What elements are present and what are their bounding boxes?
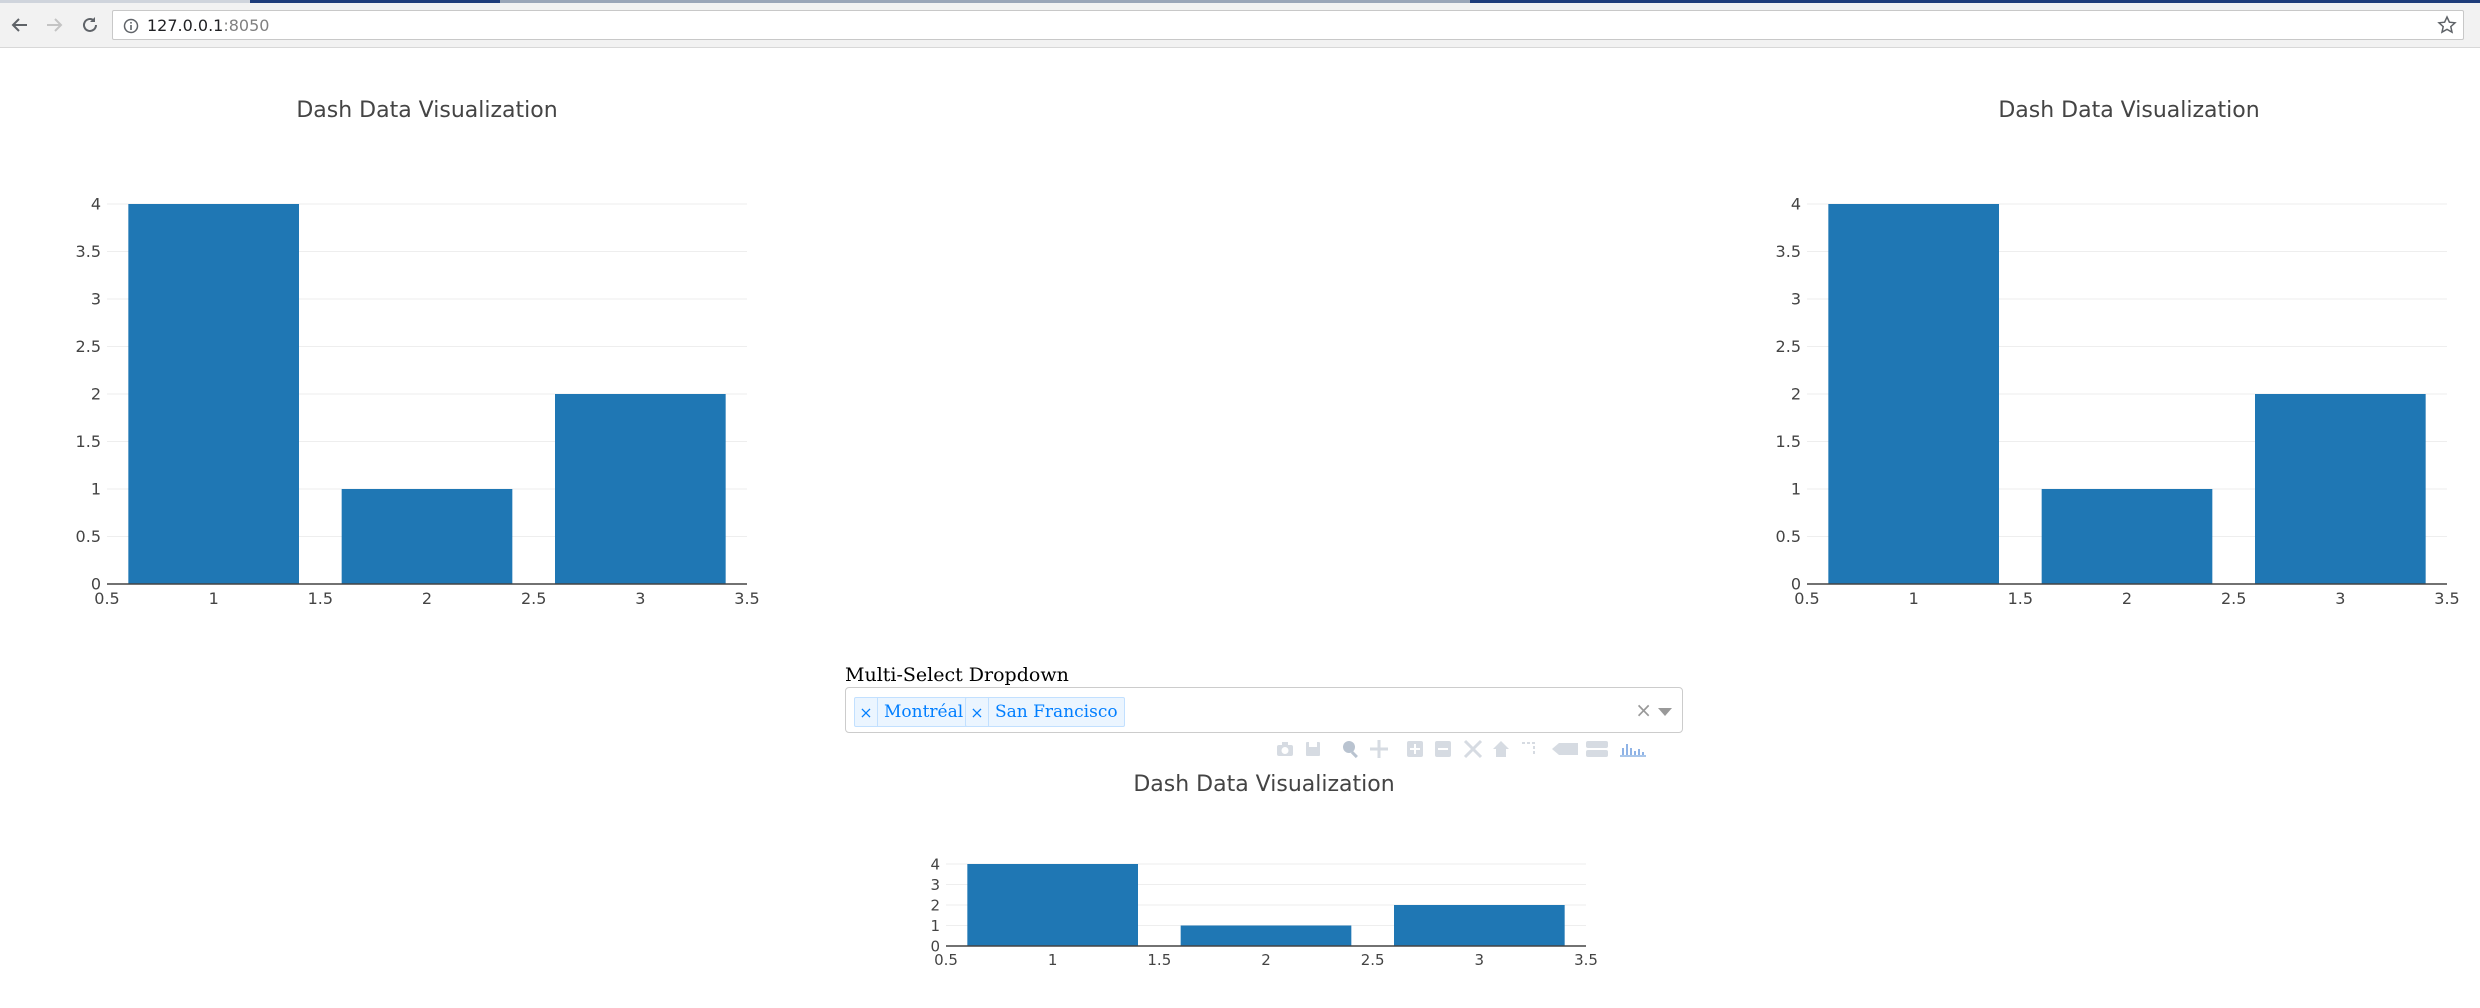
y-tick-label: 2.5 <box>76 337 101 356</box>
url-port: :8050 <box>223 16 270 35</box>
bar <box>1394 905 1565 946</box>
y-tick-label: 1.5 <box>76 432 101 451</box>
y-tick-label: 3 <box>91 290 101 309</box>
x-tick-label: 0.5 <box>94 589 119 608</box>
bar-chart[interactable]: 00.511.522.533.540.5 1 1.5 2 2.5 3 3.5 <box>60 180 780 610</box>
bar-chart[interactable]: 012340.5 1 1.5 2 2.5 3 3.5 <box>900 848 1620 976</box>
spike-lines-icon[interactable] <box>1518 738 1540 760</box>
x-tick-label: 2.5 <box>521 589 546 608</box>
chart-title: Dash Data Visualization <box>1998 98 2260 123</box>
selected-tag-san-francisco: × San Francisco <box>965 697 1125 727</box>
forward-button[interactable] <box>40 11 68 39</box>
y-tick-label: 1 <box>1791 480 1801 499</box>
y-tick-label: 2 <box>1791 385 1801 404</box>
bar <box>1180 925 1352 946</box>
x-tick-label: 3 <box>2335 589 2345 608</box>
dropdown-arrow-icon[interactable] <box>1658 708 1672 716</box>
x-tick-label: 1.5 <box>2008 589 2033 608</box>
x-tick-label: 2 <box>422 589 432 608</box>
plotly-logo-icon[interactable] <box>1618 738 1648 760</box>
selected-tag-montreal: × Montréal <box>854 697 971 727</box>
info-icon[interactable] <box>123 18 139 34</box>
bar <box>2255 394 2426 584</box>
y-tick-label: 3 <box>930 876 940 894</box>
save-icon[interactable] <box>1302 738 1324 760</box>
y-tick-label: 2.5 <box>1776 337 1801 356</box>
home-icon[interactable] <box>1490 738 1512 760</box>
x-tick-label: 2 <box>1261 951 1271 969</box>
back-arrow-icon <box>11 18 27 32</box>
bar <box>1828 204 1999 584</box>
browser-toolbar: 127.0.0.1:8050 <box>0 3 2480 48</box>
zoom-out-icon[interactable] <box>1432 738 1454 760</box>
y-tick-label: 2 <box>91 385 101 404</box>
y-tick-label: 4 <box>1791 195 1801 214</box>
bar <box>967 864 1138 946</box>
tag-label: San Francisco <box>995 702 1118 722</box>
hover-compare-icon[interactable] <box>1584 738 1610 760</box>
x-tick-label: 0.5 <box>1794 589 1819 608</box>
bar <box>341 489 513 584</box>
x-tick-label: 3.5 <box>1574 951 1598 969</box>
chart-title: Dash Data Visualization <box>296 98 558 123</box>
y-tick-label: 1 <box>91 480 101 499</box>
reload-icon <box>83 17 97 32</box>
x-tick-label: 1 <box>1048 951 1058 969</box>
address-bar[interactable]: 127.0.0.1:8050 <box>112 10 2464 40</box>
x-tick-label: 3.5 <box>734 589 759 608</box>
x-tick-label: 1 <box>209 589 219 608</box>
x-tick-label: 2.5 <box>2221 589 2246 608</box>
y-tick-label: 0.5 <box>76 527 101 546</box>
x-tick-label: 3 <box>1475 951 1485 969</box>
y-tick-label: 1.5 <box>1776 432 1801 451</box>
y-tick-label: 1 <box>930 917 940 935</box>
x-tick-label: 1 <box>1909 589 1919 608</box>
bar <box>2041 489 2213 584</box>
dropdown-label: Multi-Select Dropdown <box>845 664 1069 686</box>
x-tick-label: 0.5 <box>934 951 958 969</box>
bar <box>128 204 299 584</box>
zoom-in-icon[interactable] <box>1404 738 1426 760</box>
x-tick-label: 2 <box>2122 589 2132 608</box>
x-tick-label: 3.5 <box>2434 589 2459 608</box>
x-tick-label: 2.5 <box>1361 951 1385 969</box>
camera-icon[interactable] <box>1274 738 1296 760</box>
y-tick-label: 4 <box>930 855 940 873</box>
url-text: 127.0.0.1:8050 <box>147 16 269 35</box>
y-tick-label: 4 <box>91 195 101 214</box>
bar <box>555 394 726 584</box>
reload-button[interactable] <box>76 11 104 39</box>
chart-title: Dash Data Visualization <box>1133 772 1395 797</box>
forward-arrow-icon <box>47 18 63 32</box>
y-tick-label: 3.5 <box>76 242 101 261</box>
remove-tag-button[interactable]: × <box>855 698 878 726</box>
zoom-icon[interactable] <box>1340 738 1362 760</box>
back-button[interactable] <box>6 11 34 39</box>
hover-closest-icon[interactable] <box>1550 738 1580 760</box>
clear-all-button[interactable]: × <box>1635 698 1652 722</box>
multi-select-dropdown[interactable]: × Montréal × San Francisco × <box>845 687 1683 733</box>
tag-label: Montréal <box>884 702 964 722</box>
y-tick-label: 2 <box>930 896 940 914</box>
autoscale-icon[interactable] <box>1462 738 1484 760</box>
y-tick-label: 3.5 <box>1776 242 1801 261</box>
x-tick-label: 3 <box>635 589 645 608</box>
pan-icon[interactable] <box>1368 738 1390 760</box>
y-tick-label: 3 <box>1791 290 1801 309</box>
x-tick-label: 1.5 <box>308 589 333 608</box>
x-tick-label: 1.5 <box>1147 951 1171 969</box>
bar-chart[interactable]: 00.511.522.533.540.5 1 1.5 2 2.5 3 3.5 <box>1762 180 2480 610</box>
y-tick-label: 0.5 <box>1776 527 1801 546</box>
bookmark-star-icon[interactable] <box>2437 15 2457 35</box>
url-host: 127.0.0.1 <box>147 16 224 35</box>
remove-tag-button[interactable]: × <box>966 698 989 726</box>
